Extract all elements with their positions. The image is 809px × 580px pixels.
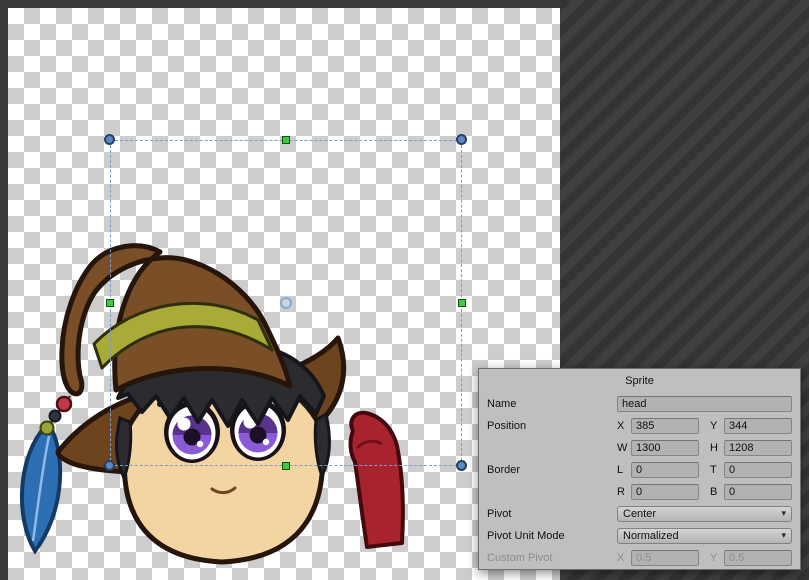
border-t-label: T xyxy=(710,464,721,476)
border-l-label: L xyxy=(617,464,628,476)
position-h-input[interactable] xyxy=(724,440,792,456)
selection-handle-top-center[interactable] xyxy=(282,136,290,144)
pivot-label: Pivot xyxy=(487,508,617,520)
position-h-label: H xyxy=(710,442,721,454)
position-xy-row: Position X Y xyxy=(487,417,792,434)
dropdown-arrow-icon: ▾ xyxy=(781,509,786,518)
position-wh-row: W H xyxy=(487,439,792,456)
border-l-input[interactable] xyxy=(631,462,699,478)
pivot-dropdown-value: Center xyxy=(623,508,777,520)
pivot-unit-mode-row: Pivot Unit Mode Normalized ▾ xyxy=(487,527,792,544)
border-rb-row: R B xyxy=(487,483,792,500)
name-label: Name xyxy=(487,398,617,410)
border-b-input[interactable] xyxy=(724,484,792,500)
sprite-editor-window: Sprite Name Position X Y W H xyxy=(0,0,809,580)
panel-title: Sprite xyxy=(487,373,792,390)
pivot-handle[interactable] xyxy=(280,297,292,309)
border-r-label: R xyxy=(617,486,628,498)
position-y-input[interactable] xyxy=(724,418,792,434)
selection-handle-bottom-left[interactable] xyxy=(104,460,115,471)
custom-pivot-x-label: X xyxy=(617,552,628,564)
selection-handle-top-left[interactable] xyxy=(104,134,115,145)
pivot-unit-mode-dropdown[interactable]: Normalized ▾ xyxy=(617,528,792,544)
selection-handle-right-center[interactable] xyxy=(458,299,466,307)
custom-pivot-x-input xyxy=(631,550,699,566)
selection-handle-left-center[interactable] xyxy=(106,299,114,307)
name-input[interactable] xyxy=(617,396,792,412)
custom-pivot-y-input xyxy=(724,550,792,566)
name-row: Name xyxy=(487,395,792,412)
pivot-row: Pivot Center ▾ xyxy=(487,505,792,522)
pivot-dropdown[interactable]: Center ▾ xyxy=(617,506,792,522)
position-x-label: X xyxy=(617,420,628,432)
border-r-input[interactable] xyxy=(631,484,699,500)
dropdown-arrow-icon: ▾ xyxy=(781,531,786,540)
position-y-label: Y xyxy=(710,420,721,432)
position-w-input[interactable] xyxy=(631,440,699,456)
border-t-input[interactable] xyxy=(724,462,792,478)
position-label: Position xyxy=(487,420,617,432)
border-label: Border xyxy=(487,464,617,476)
custom-pivot-label: Custom Pivot xyxy=(487,552,617,564)
border-b-label: B xyxy=(710,486,721,498)
custom-pivot-row: Custom Pivot X Y xyxy=(487,549,792,566)
border-lt-row: Border L T xyxy=(487,461,792,478)
sprite-inspector-panel: Sprite Name Position X Y W H xyxy=(478,368,801,570)
position-x-input[interactable] xyxy=(631,418,699,434)
custom-pivot-y-label: Y xyxy=(710,552,721,564)
selection-handle-top-right[interactable] xyxy=(456,134,467,145)
pivot-unit-mode-label: Pivot Unit Mode xyxy=(487,530,617,542)
position-w-label: W xyxy=(617,442,628,454)
pivot-unit-mode-dropdown-value: Normalized xyxy=(623,530,777,542)
selection-handle-bottom-right[interactable] xyxy=(456,460,467,471)
selection-handle-bottom-center[interactable] xyxy=(282,462,290,470)
